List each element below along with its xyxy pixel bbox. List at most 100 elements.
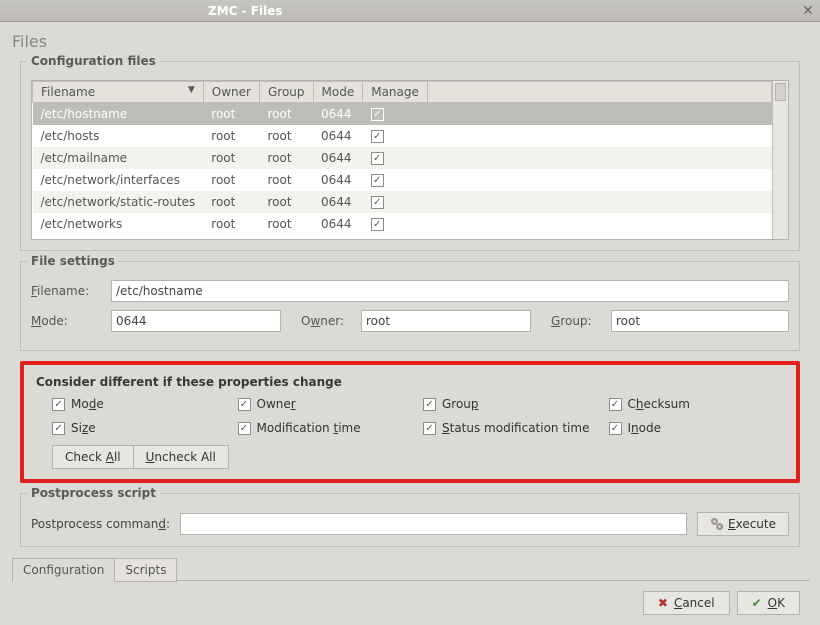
checkbox-icon[interactable] bbox=[609, 398, 622, 411]
tab-configuration[interactable]: Configuration bbox=[12, 558, 115, 582]
checkbox-label: Mode bbox=[71, 397, 104, 411]
cell-owner: root bbox=[203, 103, 259, 125]
cell-group: root bbox=[259, 213, 313, 235]
checkbox-icon[interactable] bbox=[238, 422, 251, 435]
file-settings-title: File settings bbox=[27, 254, 119, 268]
checkbox-icon[interactable] bbox=[371, 218, 384, 231]
ok-button[interactable]: ✔ OK bbox=[737, 591, 800, 615]
checkbox-label: Size bbox=[71, 421, 96, 435]
cell-manage[interactable] bbox=[363, 213, 428, 235]
group-field[interactable] bbox=[611, 310, 789, 332]
consider-checkbox[interactable]: Inode bbox=[609, 421, 785, 435]
checkbox-icon[interactable] bbox=[52, 422, 65, 435]
checkbox-icon[interactable] bbox=[423, 422, 436, 435]
scrollbar-thumb[interactable] bbox=[775, 83, 786, 101]
cell-mode: 0644 bbox=[313, 147, 363, 169]
consider-checkbox[interactable]: Group bbox=[423, 397, 599, 411]
cell-group: root bbox=[259, 191, 313, 213]
filename-field[interactable] bbox=[111, 280, 789, 302]
col-manage[interactable]: Manage bbox=[363, 82, 428, 103]
table-row[interactable]: /etc/hostsrootroot0644 bbox=[33, 125, 772, 147]
checkbox-icon[interactable] bbox=[371, 152, 384, 165]
table-row[interactable]: /etc/networksrootroot0644 bbox=[33, 213, 772, 235]
col-mode[interactable]: Mode bbox=[313, 82, 363, 103]
cell-manage[interactable] bbox=[363, 169, 428, 191]
checkbox-icon[interactable] bbox=[238, 398, 251, 411]
cell-mode: 0644 bbox=[313, 169, 363, 191]
consider-frame: Consider different if these properties c… bbox=[20, 361, 800, 483]
ok-icon: ✔ bbox=[752, 596, 762, 610]
cell-owner: root bbox=[203, 213, 259, 235]
uncheck-all-button[interactable]: Uncheck All bbox=[133, 445, 229, 469]
cell-filename: /etc/hosts bbox=[33, 125, 204, 147]
cell-manage[interactable] bbox=[363, 191, 428, 213]
cell-mode: 0644 bbox=[313, 103, 363, 125]
checkbox-label: Modification time bbox=[257, 421, 361, 435]
cell-owner: root bbox=[203, 169, 259, 191]
checkbox-label: Status modification time bbox=[442, 421, 589, 435]
cell-group: root bbox=[259, 147, 313, 169]
scrollbar[interactable] bbox=[772, 81, 788, 239]
check-all-button[interactable]: Check All bbox=[52, 445, 134, 469]
consider-checkbox[interactable]: Modification time bbox=[238, 421, 414, 435]
consider-checkbox[interactable]: Checksum bbox=[609, 397, 785, 411]
postprocess-field[interactable] bbox=[180, 513, 687, 535]
chevron-down-icon: ▼ bbox=[188, 85, 195, 95]
consider-checkbox[interactable]: Size bbox=[52, 421, 228, 435]
postprocess-title: Postprocess script bbox=[27, 486, 160, 500]
col-group[interactable]: Group bbox=[259, 82, 313, 103]
execute-button[interactable]: Execute bbox=[697, 512, 789, 536]
close-icon[interactable]: ✕ bbox=[800, 3, 816, 19]
table-row[interactable]: /etc/network/interfacesrootroot0644 bbox=[33, 169, 772, 191]
checkbox-icon[interactable] bbox=[609, 422, 622, 435]
col-filename[interactable]: Filename ▼ bbox=[33, 82, 204, 103]
tab-scripts[interactable]: Scripts bbox=[114, 558, 177, 582]
cell-filename: /etc/network/static-routes bbox=[33, 191, 204, 213]
postprocess-label: Postprocess command: bbox=[31, 517, 170, 531]
config-files-frame: Configuration files Filename ▼ Owner Gro… bbox=[20, 61, 800, 251]
table-row[interactable]: /etc/network/static-routesrootroot0644 bbox=[33, 191, 772, 213]
cell-manage[interactable] bbox=[363, 147, 428, 169]
table-row[interactable]: /etc/hostnamerootroot0644 bbox=[33, 103, 772, 125]
checkbox-icon[interactable] bbox=[371, 196, 384, 209]
checkbox-label: Group bbox=[442, 397, 479, 411]
cell-filename: /etc/networks bbox=[33, 213, 204, 235]
checkbox-icon[interactable] bbox=[423, 398, 436, 411]
cell-owner: root bbox=[203, 147, 259, 169]
config-files-title: Configuration files bbox=[27, 54, 160, 68]
cell-filename: /etc/mailname bbox=[33, 147, 204, 169]
cell-group: root bbox=[259, 169, 313, 191]
cell-mode: 0644 bbox=[313, 191, 363, 213]
owner-label: Owner: bbox=[301, 314, 351, 328]
cell-filename: /etc/network/interfaces bbox=[33, 169, 204, 191]
checkbox-icon[interactable] bbox=[371, 108, 384, 121]
cell-manage[interactable] bbox=[363, 125, 428, 147]
mode-label: Mode: bbox=[31, 314, 101, 328]
cell-owner: root bbox=[203, 125, 259, 147]
col-owner[interactable]: Owner bbox=[203, 82, 259, 103]
owner-field[interactable] bbox=[361, 310, 531, 332]
cell-group: root bbox=[259, 125, 313, 147]
cell-group: root bbox=[259, 103, 313, 125]
consider-checkbox[interactable]: Mode bbox=[52, 397, 228, 411]
titlebar: ZMC - Files ✕ bbox=[0, 0, 820, 22]
cancel-icon: ✖ bbox=[658, 596, 668, 610]
checkbox-label: Checksum bbox=[628, 397, 690, 411]
gear-icon bbox=[710, 517, 724, 531]
cell-owner: root bbox=[203, 191, 259, 213]
consider-checkbox[interactable]: Status modification time bbox=[423, 421, 599, 435]
checkbox-label: Owner bbox=[257, 397, 296, 411]
consider-checkbox[interactable]: Owner bbox=[238, 397, 414, 411]
checkbox-icon[interactable] bbox=[52, 398, 65, 411]
mode-field[interactable] bbox=[111, 310, 281, 332]
cancel-button[interactable]: ✖ Cancel bbox=[643, 591, 730, 615]
dialog-footer: ✖ Cancel ✔ OK bbox=[10, 591, 800, 615]
consider-title: Consider different if these properties c… bbox=[36, 375, 784, 389]
window-title: ZMC - Files bbox=[208, 4, 283, 18]
cell-manage[interactable] bbox=[363, 103, 428, 125]
config-files-table: Filename ▼ Owner Group Mode Manage /etc/… bbox=[31, 80, 789, 240]
checkbox-icon[interactable] bbox=[371, 130, 384, 143]
table-row[interactable]: /etc/mailnamerootroot0644 bbox=[33, 147, 772, 169]
file-settings-frame: File settings Filename: Mode: Owner: Gro… bbox=[20, 261, 800, 351]
checkbox-icon[interactable] bbox=[371, 174, 384, 187]
